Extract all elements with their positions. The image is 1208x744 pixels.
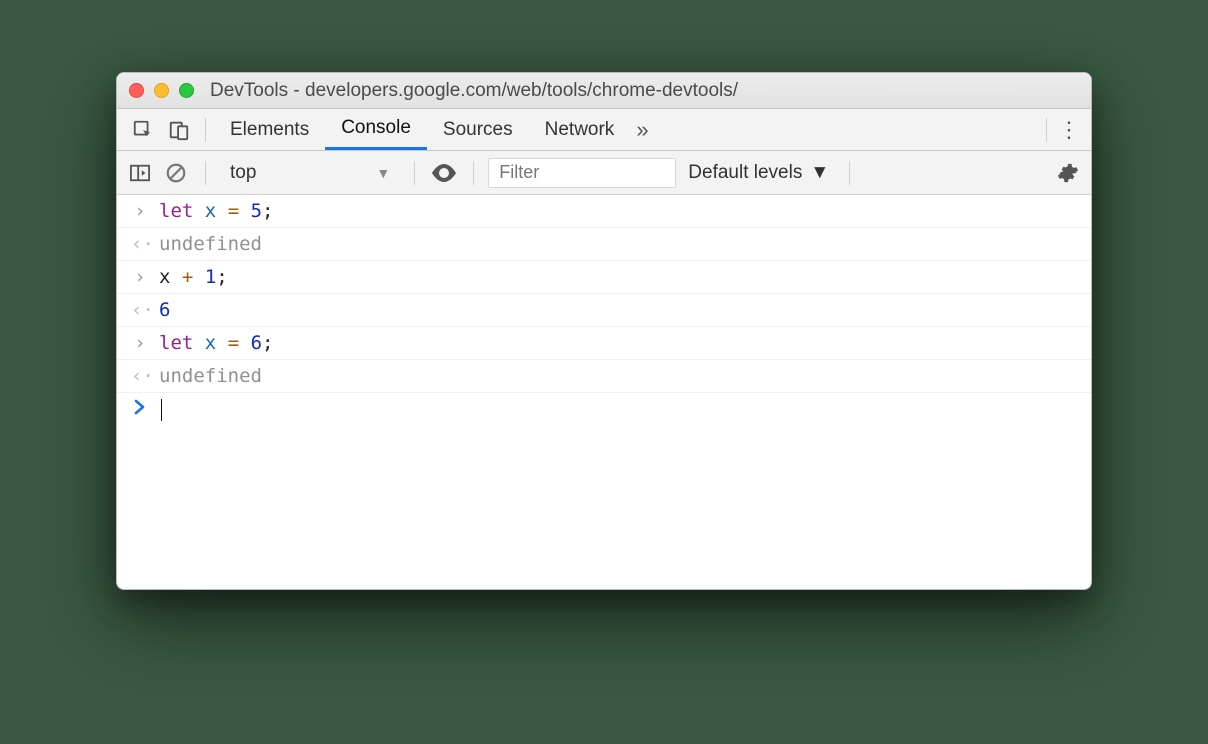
dropdown-triangle-icon: ▼	[376, 165, 390, 181]
live-expression-eye-icon[interactable]	[429, 158, 459, 188]
zoom-window-button[interactable]	[179, 83, 194, 98]
window-titlebar: DevTools - developers.google.com/web/too…	[117, 73, 1091, 109]
tab-elements[interactable]: Elements	[214, 109, 325, 150]
window-title: DevTools - developers.google.com/web/too…	[210, 80, 738, 102]
toggle-drawer-icon[interactable]	[125, 158, 155, 188]
filter-placeholder: Filter	[499, 162, 539, 183]
console-input-row: › let x = 6;	[117, 327, 1091, 360]
console-output[interactable]: › let x = 5; ‹· undefined › x + 1; ‹· 6 › let x =…	[117, 195, 1091, 589]
execution-context-label: top	[230, 162, 256, 184]
input-chevron-icon: ›	[131, 332, 149, 354]
tabs-overflow-button[interactable]: »	[630, 117, 654, 143]
traffic-lights	[129, 83, 194, 98]
clear-console-icon[interactable]	[161, 158, 191, 188]
console-input-row: › x + 1;	[117, 261, 1091, 294]
separator	[205, 118, 206, 142]
output-chevron-icon: ‹·	[131, 299, 149, 321]
dropdown-triangle-icon: ▼	[810, 162, 829, 184]
devtools-window: DevTools - developers.google.com/web/too…	[116, 72, 1092, 590]
inspect-element-icon[interactable]	[129, 116, 157, 144]
input-chevron-icon: ›	[131, 266, 149, 288]
prompt-chevron-icon	[131, 398, 149, 420]
execution-context-select[interactable]: top ▼	[220, 158, 400, 188]
log-levels-label: Default levels	[688, 162, 802, 184]
separator	[849, 161, 850, 185]
console-prompt-row[interactable]	[117, 393, 1091, 426]
console-result: 6	[159, 299, 170, 321]
settings-menu-button[interactable]: ⋮	[1055, 117, 1083, 143]
console-input[interactable]	[159, 398, 162, 421]
console-filter-input[interactable]: Filter	[488, 158, 676, 188]
device-toolbar-icon[interactable]	[165, 116, 193, 144]
console-code: x + 1;	[159, 266, 228, 288]
console-settings-gear-icon[interactable]	[1053, 158, 1083, 188]
console-output-row: ‹· undefined	[117, 228, 1091, 261]
input-chevron-icon: ›	[131, 200, 149, 222]
output-chevron-icon: ‹·	[131, 233, 149, 255]
console-input-row: › let x = 5;	[117, 195, 1091, 228]
tab-console[interactable]: Console	[325, 109, 427, 150]
console-code: let x = 6;	[159, 332, 274, 354]
console-result: undefined	[159, 365, 262, 387]
console-result: undefined	[159, 233, 262, 255]
devtools-tabstrip: ElementsConsoleSourcesNetwork » ⋮	[117, 109, 1091, 151]
output-chevron-icon: ‹·	[131, 365, 149, 387]
console-output-row: ‹· 6	[117, 294, 1091, 327]
console-toolbar: top ▼ Filter Default levels ▼	[117, 151, 1091, 195]
separator	[1046, 118, 1047, 142]
close-window-button[interactable]	[129, 83, 144, 98]
separator	[205, 161, 206, 185]
separator	[414, 161, 415, 185]
minimize-window-button[interactable]	[154, 83, 169, 98]
tab-network[interactable]: Network	[529, 109, 631, 150]
console-output-row: ‹· undefined	[117, 360, 1091, 393]
separator	[473, 161, 474, 185]
log-levels-select[interactable]: Default levels ▼	[682, 162, 835, 184]
tab-sources[interactable]: Sources	[427, 109, 529, 150]
console-code: let x = 5;	[159, 200, 274, 222]
